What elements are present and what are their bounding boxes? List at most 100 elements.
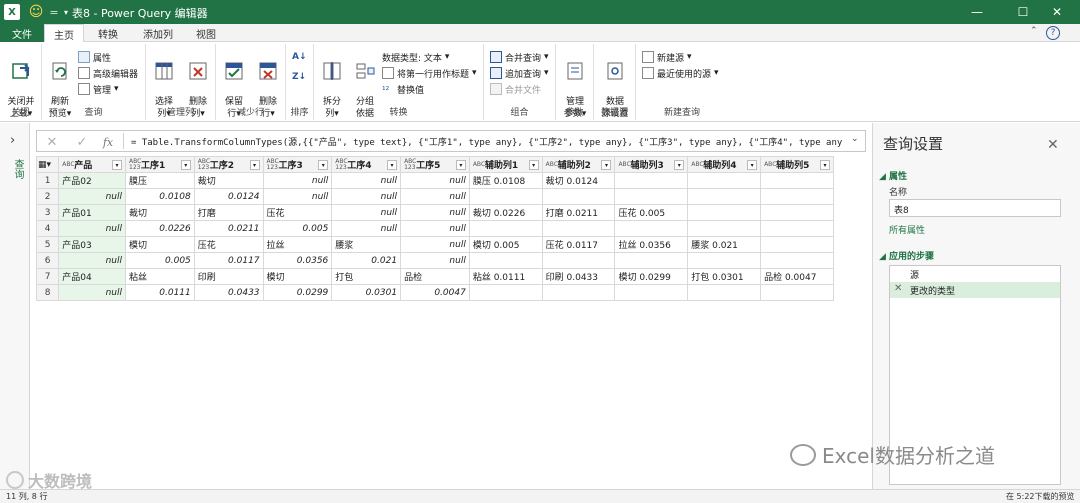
column-filter-icon[interactable]: ▾: [112, 160, 122, 170]
formula-expand-icon[interactable]: ⌄: [851, 134, 859, 144]
row-number[interactable]: 7: [35, 268, 60, 285]
column-type-icon[interactable]: ABC 123: [404, 158, 416, 171]
group-by-icon: [356, 63, 375, 79]
data-grid: ▦▾ ABC产品 ▾ ABC 123工序1 ▾ ABC 123工序2 ▾ ABC 123工序…: [35, 156, 834, 301]
applied-steps-head[interactable]: ◢ 应用的步骤: [879, 249, 934, 262]
append-queries-label: 追加查询: [505, 69, 542, 80]
column-header[interactable]: ABC辅助列1 ▾: [468, 156, 543, 173]
group-combine-label: 组合: [510, 108, 529, 118]
table-cell: 0.0111: [125, 284, 195, 301]
column-header[interactable]: ABC 123工序5 ▾: [400, 156, 470, 173]
applied-step-label: 源: [910, 271, 920, 281]
column-filter-icon[interactable]: ▾: [455, 160, 466, 170]
quick-access-dropdown-icon[interactable]: ▾: [62, 3, 70, 21]
smiley-icon[interactable]: ☺: [28, 3, 44, 21]
expand-queries-icon[interactable]: ›: [10, 133, 15, 148]
tab-home[interactable]: 主页: [44, 24, 84, 43]
manage-button[interactable]: 管理 ▾: [78, 82, 119, 96]
close-window-button[interactable]: ✕: [1034, 0, 1080, 24]
sort-descending-icon[interactable]: Z↓: [292, 70, 306, 84]
column-type-icon[interactable]: ABC: [691, 161, 703, 168]
first-row-header-button[interactable]: 将第一行用作标题 ▾: [382, 66, 477, 80]
column-header[interactable]: ABC 123工序4 ▾: [331, 156, 402, 173]
row-number[interactable]: 3: [35, 204, 60, 221]
column-header-label: 辅助列3: [630, 161, 664, 171]
ribbon-collapse-icon[interactable]: ⌃: [1030, 26, 1038, 36]
tab-add-column[interactable]: 添加列: [132, 24, 184, 42]
queries-pane-label[interactable]: 查询: [10, 159, 25, 179]
group-close: 关闭并 上载▾ 关闭: [0, 44, 42, 120]
row-number[interactable]: 1: [35, 172, 60, 189]
recent-sources-button[interactable]: 最近使用的源 ▾: [642, 66, 719, 80]
table-menu-icon[interactable]: ▦▾: [35, 156, 60, 173]
column-header[interactable]: ABC 123工序1 ▾: [125, 156, 195, 173]
minimize-button[interactable]: —: [954, 0, 1000, 24]
column-header[interactable]: ABC辅助列5 ▾: [760, 156, 834, 173]
column-type-icon[interactable]: ABC 123: [267, 158, 279, 171]
row-number[interactable]: 4: [35, 220, 60, 237]
column-type-icon[interactable]: ABC 123: [129, 158, 141, 171]
column-type-icon[interactable]: ABC: [618, 161, 630, 168]
tab-transform[interactable]: 转换: [88, 24, 128, 42]
table-cell: 粘丝: [125, 268, 195, 285]
column-header[interactable]: ABC辅助列4 ▾: [687, 156, 762, 173]
data-type-dropdown[interactable]: 数据类型: 文本 ▾: [382, 50, 449, 64]
table-cell: [468, 220, 543, 237]
column-filter-icon[interactable]: ▾: [387, 160, 398, 170]
row-number[interactable]: 8: [35, 284, 60, 301]
tab-file[interactable]: 文件: [0, 24, 44, 42]
column-filter-icon[interactable]: ▾: [318, 160, 329, 170]
column-type-icon[interactable]: ABC: [764, 161, 776, 168]
column-type-icon[interactable]: ABC: [62, 161, 74, 168]
combine-files-button[interactable]: 合并文件: [490, 82, 541, 96]
column-type-icon[interactable]: ABC: [546, 161, 558, 168]
column-filter-icon[interactable]: ▾: [601, 160, 612, 170]
column-type-icon[interactable]: ABC 123: [198, 158, 210, 171]
applied-step[interactable]: 源: [890, 266, 1060, 282]
column-header[interactable]: ABC产品 ▾: [58, 156, 126, 173]
column-filter-icon[interactable]: ▾: [180, 160, 191, 170]
properties-section-head[interactable]: ◢ 属性: [879, 169, 907, 182]
formula-confirm-icon[interactable]: ✓: [73, 133, 91, 151]
table-cell: null: [58, 188, 126, 205]
column-filter-icon[interactable]: ▾: [820, 160, 830, 170]
close-settings-icon[interactable]: ✕: [1047, 137, 1059, 153]
column-filter-icon[interactable]: ▾: [249, 160, 260, 170]
row-number[interactable]: 5: [35, 236, 60, 253]
replace-values-button[interactable]: ₁₂ 替换值: [382, 82, 424, 96]
formula-input[interactable]: = Table.TransformColumnTypes(源,{{"产品", t…: [131, 135, 843, 148]
tab-view[interactable]: 视图: [186, 24, 226, 42]
table-cell: null: [58, 252, 126, 269]
column-filter-icon[interactable]: ▾: [747, 160, 758, 170]
column-filter-icon[interactable]: ▾: [528, 160, 539, 170]
sort-ascending-icon[interactable]: A↓: [292, 50, 307, 64]
table-cell: 膜压: [125, 172, 195, 189]
column-filter-icon[interactable]: ▾: [674, 160, 685, 170]
delete-step-icon[interactable]: ✕: [894, 283, 902, 294]
append-queries-button[interactable]: 追加查询 ▾: [490, 66, 549, 80]
manage-icon: [78, 83, 90, 95]
table-cell: null: [400, 252, 470, 269]
help-icon[interactable]: ?: [1046, 26, 1060, 40]
all-properties-link[interactable]: 所有属性: [889, 223, 925, 236]
column-type-icon[interactable]: ABC: [473, 161, 485, 168]
properties-button[interactable]: 属性: [78, 50, 111, 64]
table-cell: 印刷: [193, 268, 264, 285]
new-source-button[interactable]: 新建源 ▾: [642, 50, 692, 64]
table-cell: 压花 0.0117: [541, 236, 616, 253]
applied-step[interactable]: ✕ 更改的类型: [890, 282, 1060, 298]
table-cell: 裁切 0.0226: [468, 204, 543, 221]
row-number[interactable]: 2: [35, 188, 60, 205]
fx-icon[interactable]: fx: [99, 133, 117, 151]
column-header[interactable]: ABC 123工序2 ▾: [193, 156, 264, 173]
row-number[interactable]: 6: [35, 252, 60, 269]
column-type-icon[interactable]: ABC 123: [335, 158, 347, 171]
formula-cancel-icon[interactable]: ✕: [43, 133, 61, 151]
query-name-input[interactable]: 表8: [889, 199, 1061, 217]
merge-queries-button[interactable]: 合并查询 ▾: [490, 50, 549, 64]
column-header[interactable]: ABC辅助列3 ▾: [614, 156, 689, 173]
column-header[interactable]: ABC辅助列2 ▾: [541, 156, 616, 173]
table-row: 7 产品04 粘丝 印刷 模切 打包 品检 粘丝 0.0111 印刷 0.0433 模切 0.02…: [35, 268, 834, 285]
advanced-editor-button[interactable]: 高级编辑器: [78, 66, 138, 80]
column-header[interactable]: ABC 123工序3 ▾: [262, 156, 333, 173]
